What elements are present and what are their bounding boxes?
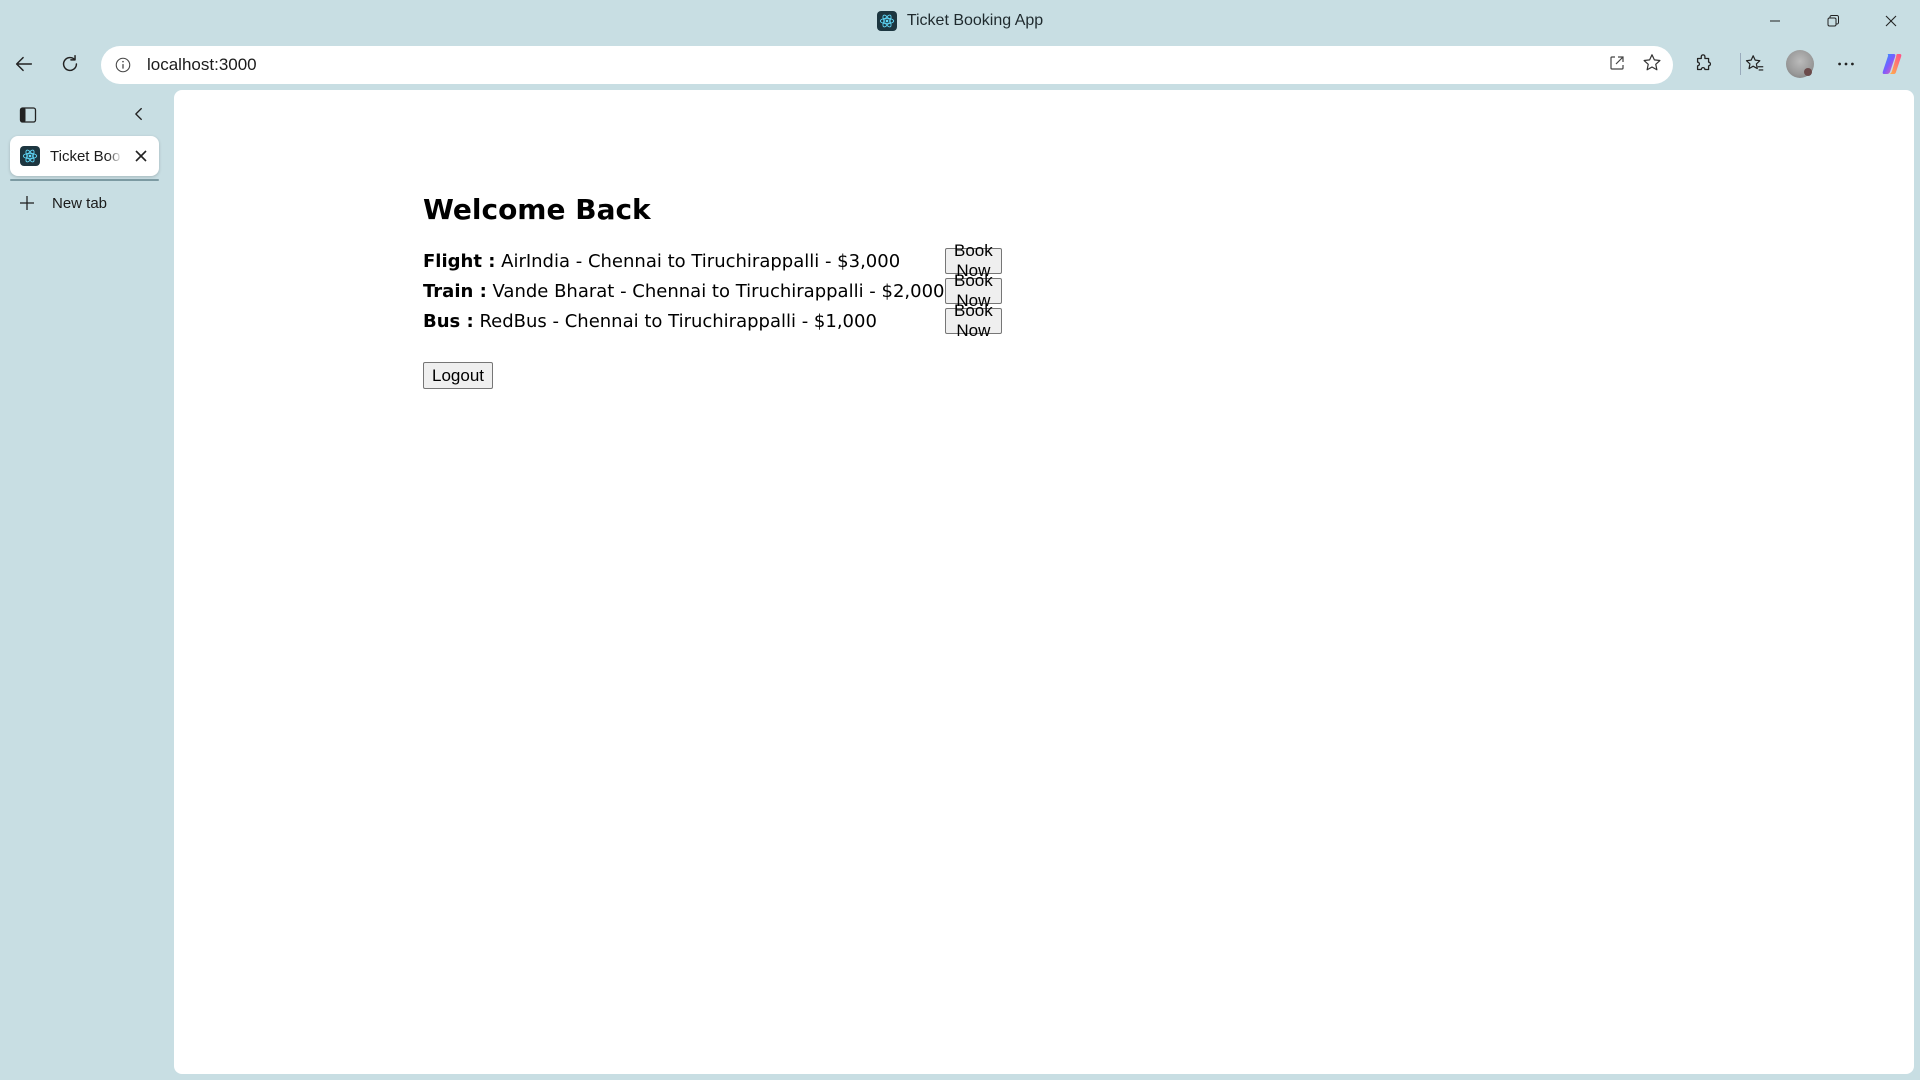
logout-button[interactable]: Logout <box>423 362 493 389</box>
minimize-button[interactable] <box>1746 0 1804 41</box>
tab-title: Ticket Boo <box>50 147 121 165</box>
new-tab-label: New tab <box>52 194 108 212</box>
transport-mode: Bus : <box>423 310 474 332</box>
close-icon <box>135 150 147 162</box>
profile-button[interactable] <box>1780 44 1820 84</box>
address-bar[interactable]: localhost:3000 <box>101 46 1673 84</box>
close-window-button[interactable] <box>1862 0 1920 41</box>
ticket-booking-page: Welcome Back Flight : AirIndia - Chennai… <box>423 193 1002 389</box>
booking-row-bus: Bus : RedBus - Chennai to Tiruchirappall… <box>423 301 1002 340</box>
favorites-button[interactable] <box>1735 44 1775 84</box>
tab-close-button[interactable] <box>131 146 151 166</box>
page-viewport: Welcome Back Flight : AirIndia - Chennai… <box>174 90 1914 1074</box>
book-now-button-bus[interactable]: Book Now <box>945 301 1002 340</box>
copilot-icon <box>1882 54 1902 74</box>
tab-actions-icon[interactable] <box>18 105 38 130</box>
page-title: Welcome Back <box>423 193 651 226</box>
window-title: Ticket Booking App <box>906 11 1044 29</box>
close-icon <box>1885 15 1897 26</box>
minimize-icon <box>1770 20 1780 21</box>
restore-icon <box>1827 14 1839 26</box>
more-button[interactable] <box>1826 44 1866 84</box>
transport-mode: Flight : <box>423 250 496 272</box>
avatar <box>1786 50 1814 78</box>
booking-description: Train : Vande Bharat - Chennai to Tiruch… <box>423 281 945 302</box>
more-icon <box>1838 62 1854 66</box>
extensions-button[interactable] <box>1684 44 1724 84</box>
booking-details: AirIndia - Chennai to Tiruchirappalli - … <box>495 250 901 272</box>
plus-icon <box>20 196 34 210</box>
transport-mode: Train : <box>423 280 487 302</box>
tab-ticket-booking[interactable]: Ticket Boo <box>10 136 159 176</box>
reload-icon <box>62 55 78 72</box>
puzzle-icon <box>1696 54 1712 71</box>
active-tab-indicator <box>10 179 159 181</box>
booking-description: Bus : RedBus - Chennai to Tiruchirappall… <box>423 311 877 332</box>
restore-button[interactable] <box>1804 0 1862 41</box>
new-tab-button[interactable]: New tab <box>18 194 107 212</box>
title-bar: Ticket Booking App <box>0 0 1920 41</box>
chevron-left-icon[interactable] <box>130 105 148 128</box>
reload-button[interactable] <box>50 44 90 84</box>
open-external-icon[interactable] <box>1607 53 1627 78</box>
browser-toolbar: localhost:3000 <box>0 41 1920 88</box>
booking-row-train: Train : Vande Bharat - Chennai to Tiruch… <box>423 271 1002 310</box>
booking-details: RedBus - Chennai to Tiruchirappalli - $1… <box>473 310 877 332</box>
url-text[interactable]: localhost:3000 <box>147 55 257 75</box>
react-logo-icon <box>876 10 897 31</box>
info-icon[interactable] <box>113 55 133 75</box>
star-icon[interactable] <box>1641 52 1663 79</box>
booking-details: Vande Bharat - Chennai to Tiruchirappall… <box>486 280 945 302</box>
booking-description: Flight : AirIndia - Chennai to Tiruchira… <box>423 251 900 272</box>
vertical-tabs-sidebar: Ticket Boo New tab <box>0 88 172 1080</box>
back-button[interactable] <box>4 44 44 84</box>
back-arrow-icon <box>15 56 33 72</box>
copilot-button[interactable] <box>1872 44 1912 84</box>
favorites-icon <box>1745 55 1764 71</box>
react-logo-icon <box>20 146 40 166</box>
booking-row-flight: Flight : AirIndia - Chennai to Tiruchira… <box>423 241 1002 280</box>
